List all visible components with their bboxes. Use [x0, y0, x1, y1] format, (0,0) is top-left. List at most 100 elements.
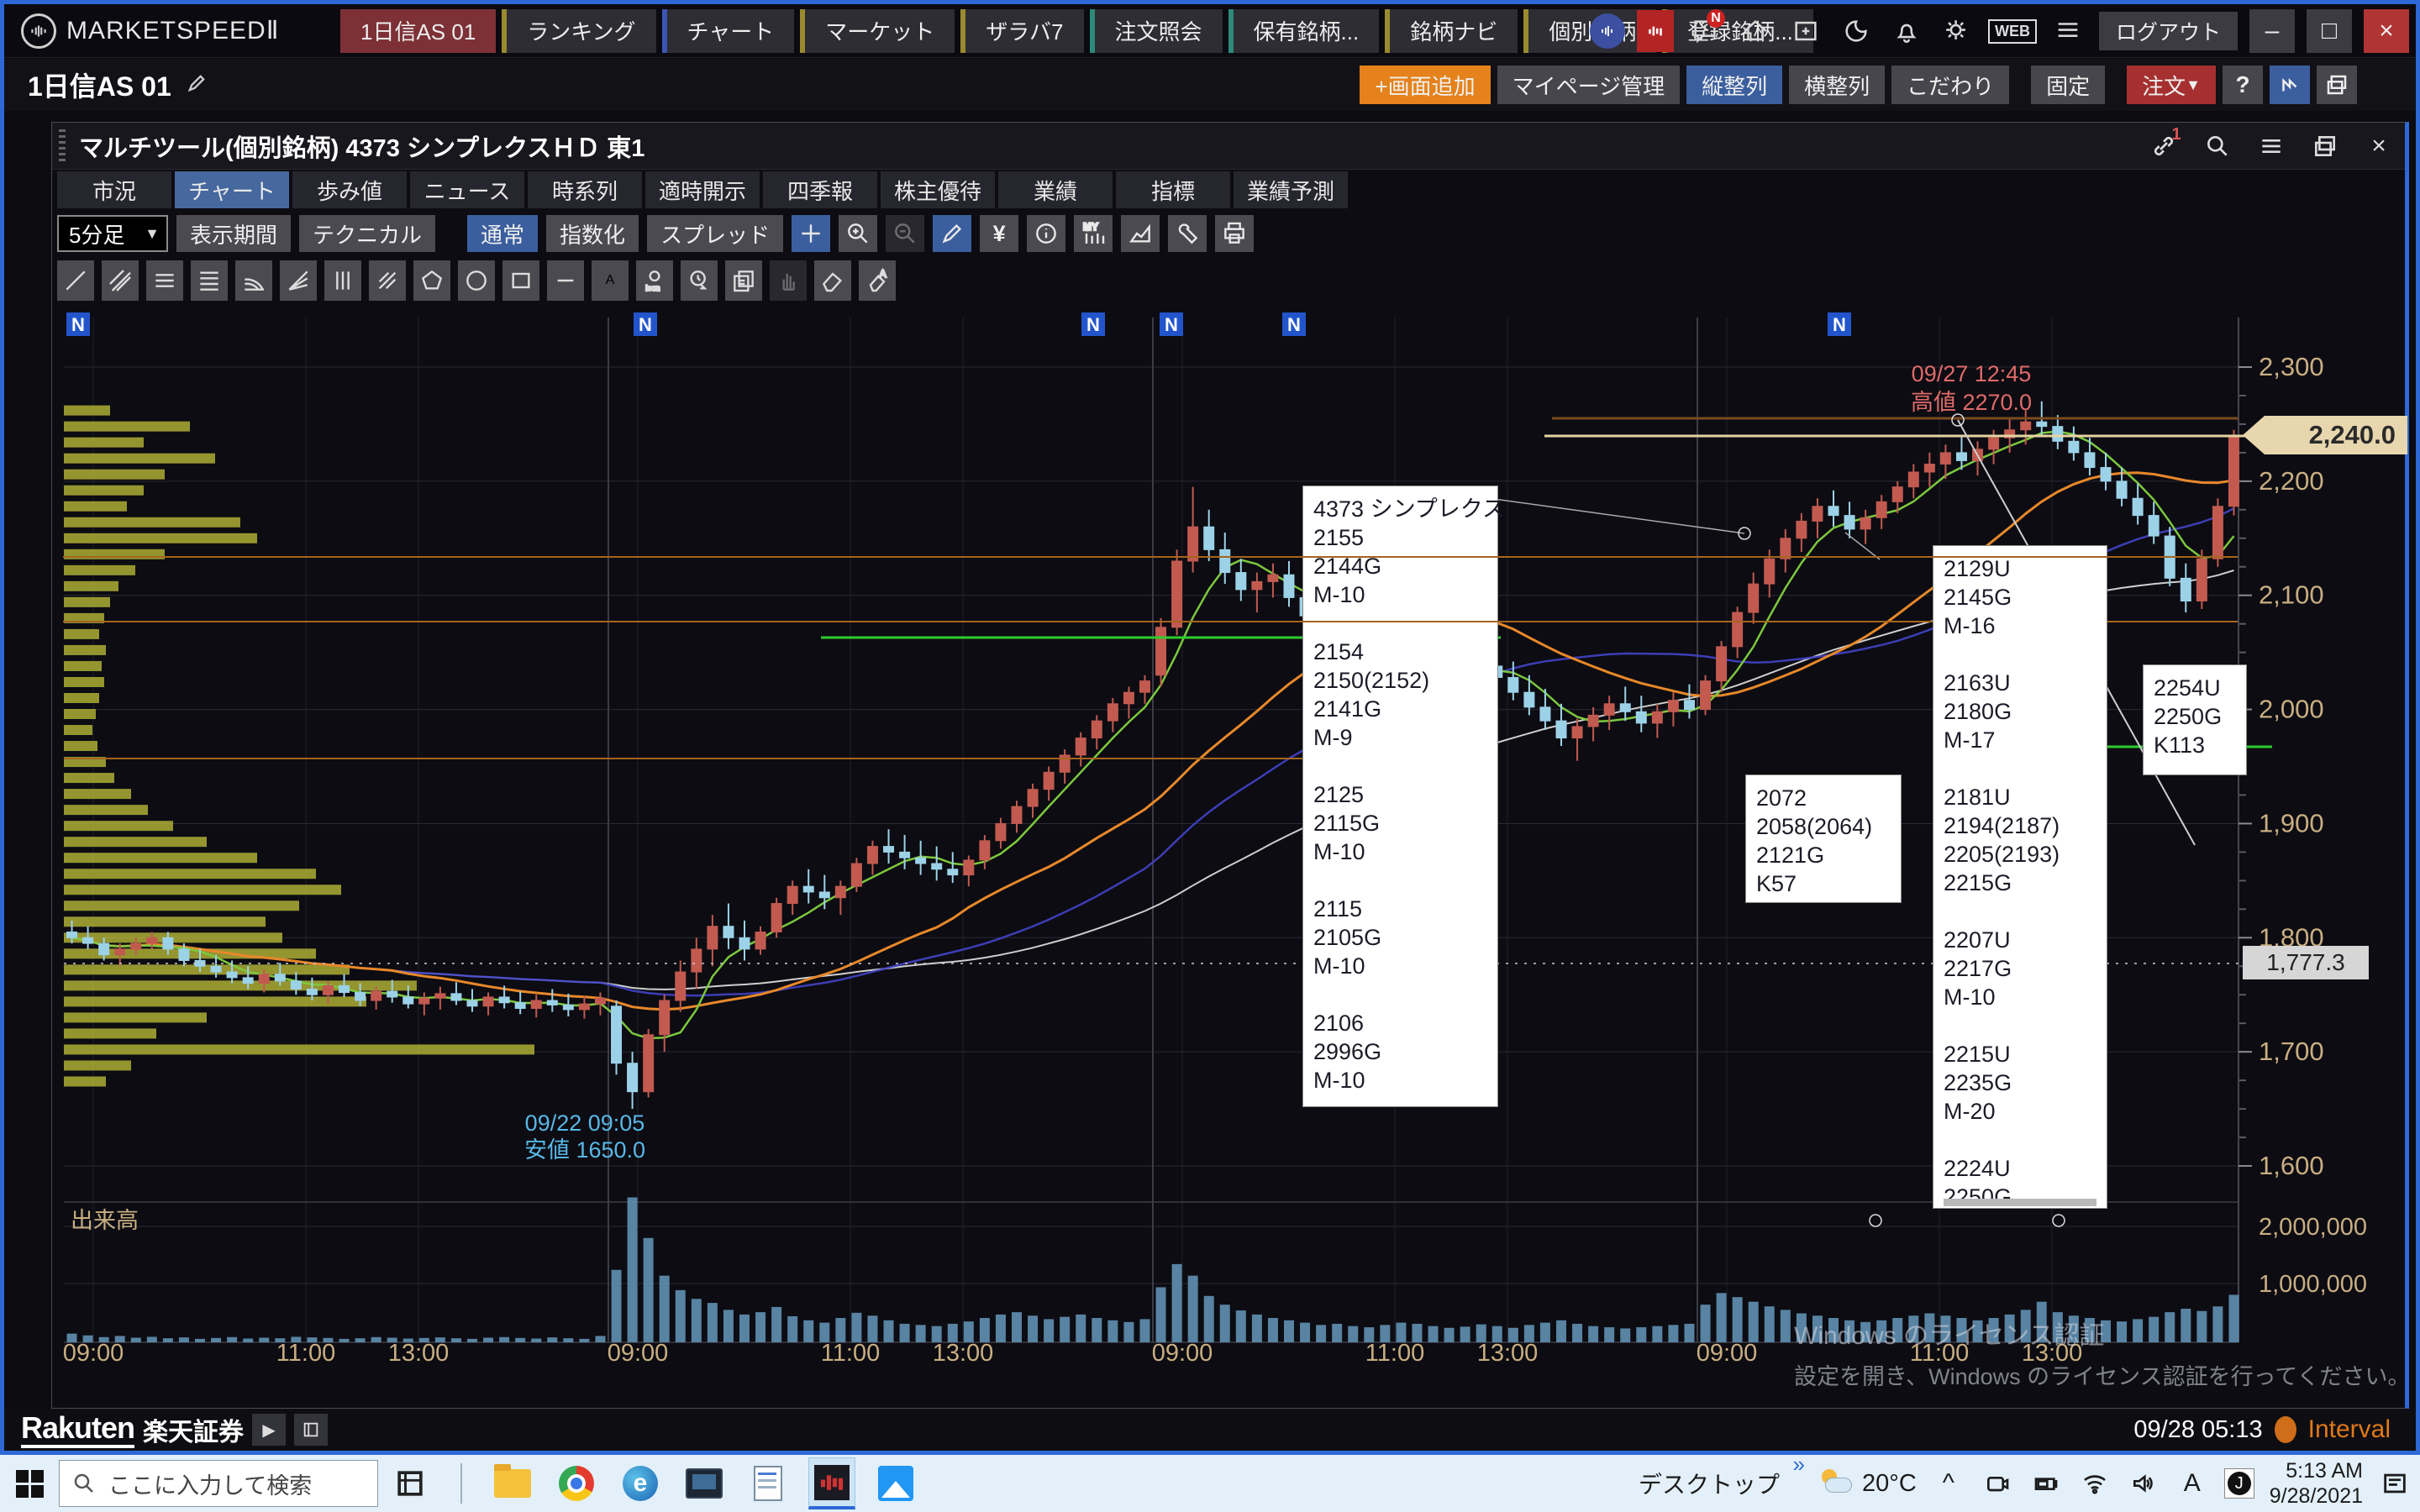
tab-市況[interactable]: 市況 — [57, 171, 171, 208]
icon-stamp-button[interactable]: icon — [636, 260, 673, 301]
alert-bubble-icon[interactable]: N — [1686, 12, 1724, 50]
horizontal-align-button[interactable]: 横整列 — [1789, 66, 1885, 104]
display-period-button[interactable]: 表示期間 — [176, 215, 291, 252]
plus-tool-button[interactable] — [792, 215, 830, 252]
mode-normal-button[interactable]: 通常 — [467, 215, 538, 252]
duplicate-window-icon[interactable] — [2307, 129, 2343, 164]
web-link-icon[interactable]: WEB — [1988, 19, 2037, 44]
hidden-icons-chevron[interactable]: ^ — [1932, 1467, 1965, 1500]
copy-button[interactable] — [725, 260, 762, 301]
top-tab-保有銘柄...[interactable]: 保有銘柄... — [1228, 9, 1380, 53]
top-tab-チャート[interactable]: チャート — [662, 9, 795, 53]
desktop-toolbar[interactable]: デスクトップ » — [1639, 1467, 1805, 1500]
weather-widget[interactable]: 20°C — [1820, 1469, 1917, 1498]
time-cycle-button[interactable] — [681, 260, 718, 301]
settings-gear-icon[interactable] — [1938, 12, 1976, 50]
home-icon[interactable] — [1736, 12, 1775, 50]
start-button[interactable] — [0, 1454, 59, 1512]
maximize-button[interactable]: □ — [2307, 9, 2352, 53]
hand-button[interactable] — [770, 260, 807, 301]
tab-指標[interactable]: 指標 — [1116, 171, 1230, 208]
drag-grip-icon[interactable] — [59, 129, 66, 163]
tab-四季報[interactable]: 四季報 — [763, 171, 877, 208]
mode-index-button[interactable]: 指数化 — [546, 215, 639, 252]
tab-ニュース[interactable]: ニュース — [410, 171, 524, 208]
top-tab-ランキング[interactable]: ランキング — [502, 9, 655, 53]
marketspeed-taskbar-icon[interactable] — [808, 1457, 855, 1509]
area-chart-button[interactable] — [1121, 215, 1160, 252]
taskbar-clock[interactable]: 5:13 AM 9/28/2021 — [2270, 1458, 2363, 1509]
tab-適時開示[interactable]: 適時開示 — [645, 171, 760, 208]
text-a-button[interactable]: A — [592, 260, 629, 301]
eraser-all-button[interactable]: A — [859, 260, 896, 301]
logout-button[interactable]: ログアウト — [2099, 12, 2238, 50]
zoom-out-button[interactable] — [886, 215, 924, 252]
top-tab-1日信AS 01[interactable]: 1日信AS 01 — [340, 9, 496, 53]
statusbar-panel-button[interactable] — [294, 1414, 328, 1446]
search-icon[interactable] — [2200, 129, 2235, 164]
top-tab-マーケット[interactable]: マーケット — [800, 9, 955, 53]
edit-workspace-icon[interactable] — [185, 71, 208, 99]
photos-icon[interactable] — [872, 1457, 919, 1509]
statusbar-expand-button[interactable]: ▶ — [252, 1414, 286, 1446]
camera-icon[interactable] — [1981, 1467, 2014, 1500]
tab-時系列[interactable]: 時系列 — [528, 171, 642, 208]
my-candle-button[interactable]: MY — [1074, 215, 1113, 252]
top-tab-注文照会[interactable]: 注文照会 — [1090, 9, 1223, 53]
order-button[interactable]: 注文 ▼ — [2127, 66, 2216, 104]
add-screen-button[interactable]: +画面追加 — [1360, 66, 1490, 104]
task-view-icon[interactable] — [387, 1457, 434, 1509]
window-menu-icon[interactable] — [2254, 129, 2289, 164]
file-explorer-icon[interactable] — [489, 1457, 536, 1509]
printer-button[interactable] — [1215, 215, 1254, 252]
chart-app-icon[interactable] — [1637, 10, 1674, 52]
mypage-manage-button[interactable]: マイページ管理 — [1497, 66, 1680, 104]
hlines-3-button[interactable] — [146, 260, 183, 301]
kodawari-button[interactable]: こだわり — [1891, 66, 2009, 104]
rectangle-button[interactable] — [502, 260, 539, 301]
tab-業績[interactable]: 業績 — [998, 171, 1113, 208]
top-tab-ザラバ7[interactable]: ザラバ7 — [960, 9, 1083, 53]
wifi-icon[interactable] — [2078, 1467, 2112, 1500]
battery-icon[interactable] — [2029, 1467, 2063, 1500]
top-tab-銘柄ナビ[interactable]: 銘柄ナビ — [1385, 9, 1518, 53]
tab-チャート[interactable]: チャート — [175, 171, 289, 208]
fib-arc-button[interactable] — [235, 260, 272, 301]
theme-moon-icon[interactable] — [1837, 12, 1876, 50]
close-button[interactable]: × — [2364, 9, 2409, 53]
period-select[interactable]: 5分足▼ — [57, 215, 168, 252]
minimize-button[interactable]: – — [2249, 9, 2295, 53]
yen-button[interactable]: ¥ — [980, 215, 1018, 252]
hatch-line-button[interactable] — [102, 260, 139, 301]
tab-歩み値[interactable]: 歩み値 — [292, 171, 407, 208]
volume-icon[interactable] — [2127, 1467, 2160, 1500]
desktop-chevrons[interactable]: » — [1793, 1452, 1805, 1478]
mode-spread-button[interactable]: スプレッド — [647, 215, 783, 252]
vertical-align-button[interactable]: 縦整列 — [1686, 66, 1782, 104]
hlines-4-button[interactable] — [191, 260, 228, 301]
tab-業績予測[interactable]: 業績予測 — [1234, 171, 1348, 208]
remote-desktop-icon[interactable] — [681, 1457, 728, 1509]
marketspeed-app-icon[interactable] — [1590, 13, 1625, 49]
ime-mode-icon[interactable]: J — [2224, 1468, 2254, 1499]
notepad-icon[interactable] — [744, 1457, 792, 1509]
zoom-in-button[interactable] — [839, 215, 877, 252]
add-window-icon[interactable] — [1786, 12, 1825, 50]
technical-button[interactable]: テクニカル — [299, 215, 435, 252]
vlines-button[interactable] — [324, 260, 361, 301]
pop-out-button[interactable] — [2317, 66, 2357, 104]
link-icon[interactable]: 1 — [2146, 129, 2181, 164]
tooltip-scrollbar[interactable] — [1944, 1199, 2096, 1206]
ellipse-button[interactable] — [458, 260, 495, 301]
ime-direct-icon[interactable]: A — [2175, 1467, 2209, 1500]
help-button[interactable]: ? — [2223, 66, 2263, 104]
pentagon-button[interactable] — [413, 260, 450, 301]
action-center-icon[interactable] — [2378, 1467, 2412, 1500]
tab-株主優待[interactable]: 株主優待 — [881, 171, 995, 208]
draw-pencil-button[interactable] — [933, 215, 971, 252]
bell-icon[interactable] — [1887, 12, 1926, 50]
trend-line-button[interactable] — [57, 260, 94, 301]
fan-lines-button[interactable] — [280, 260, 317, 301]
taskbar-search-input[interactable]: ここに入力して検索 — [59, 1460, 378, 1507]
pitchfork-button[interactable] — [369, 260, 406, 301]
